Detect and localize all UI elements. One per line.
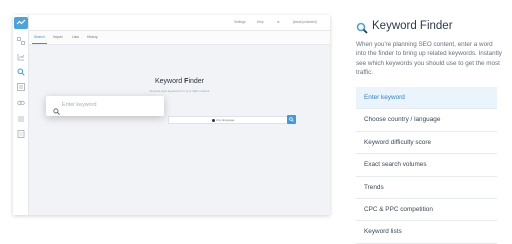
side-title: Keyword Finder (372, 20, 453, 32)
gear-icon[interactable]: ⚙ (277, 20, 280, 24)
finder-title: Keyword Finder (29, 78, 330, 85)
app-tabs: Search Import Lists History (29, 31, 330, 45)
finder-title-part: inder (188, 78, 205, 85)
find-button[interactable] (287, 115, 296, 124)
feature-cpc-ppc[interactable]: CPC & PPC competition (356, 199, 497, 222)
feature-choose-country[interactable]: Choose country / language (356, 109, 497, 132)
app-sidebar (13, 15, 29, 215)
keyword-finder-logo-icon (356, 21, 368, 39)
keyword-finder-icon[interactable] (17, 68, 25, 76)
settings-link[interactable]: Settings (234, 20, 246, 24)
feature-difficulty-score[interactable]: Keyword difficulty score (356, 132, 497, 155)
finder-title-part: Keyword (154, 78, 185, 85)
keyword-input[interactable]: Enter keyword (62, 102, 96, 108)
app-topbar: Settings Help ⚙ [email protected] (29, 15, 330, 31)
finder-search-row: Any language (168, 116, 296, 124)
tab-search[interactable]: Search (32, 35, 47, 44)
feature-search-volumes[interactable]: Exact search volumes (356, 154, 497, 177)
chart-icon[interactable] (17, 53, 25, 61)
reports-icon[interactable] (17, 130, 25, 138)
serp-icon[interactable] (17, 83, 25, 91)
backlinks-icon[interactable] (17, 99, 25, 107)
feature-trends[interactable]: Trends (356, 177, 497, 199)
keyword-input-callout[interactable]: Enter keyword (46, 96, 164, 116)
feature-keyword-lists[interactable]: Keyword lists (356, 221, 497, 244)
feature-list: Enter keyword Choose country / language … (356, 87, 497, 244)
search-icon (53, 102, 60, 120)
language-select[interactable]: Any language (212, 118, 234, 122)
feature-enter-keyword[interactable]: Enter keyword (356, 87, 497, 110)
app-logo-icon[interactable] (14, 17, 28, 29)
account-email[interactable]: [email protected] (293, 20, 317, 24)
site-profiler-icon[interactable] (17, 115, 25, 123)
tab-import[interactable]: Import (53, 35, 63, 39)
side-description: When you're planning SEO content, enter … (356, 41, 502, 76)
dashboard-icon[interactable] (17, 37, 25, 45)
tab-lists[interactable]: Lists (72, 35, 79, 39)
finder-subtitle: Find the best keywords for your SEO cont… (149, 89, 210, 93)
help-link[interactable]: Help (257, 20, 264, 24)
tab-history[interactable]: History (87, 35, 98, 39)
